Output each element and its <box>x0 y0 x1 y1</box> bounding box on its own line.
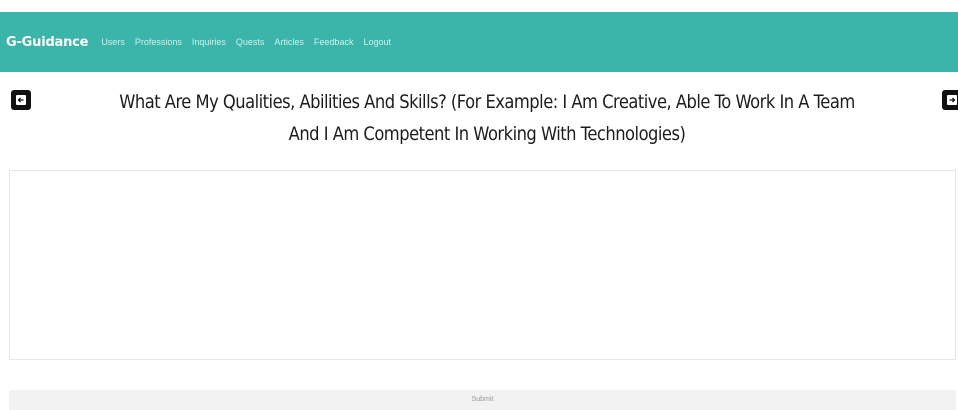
nav-links: Users Professions Inquiries Quests Artic… <box>101 37 401 47</box>
nav-link-users[interactable]: Users <box>101 37 125 47</box>
nav-link-quests[interactable]: Quests <box>236 37 265 47</box>
next-question-button[interactable] <box>942 90 958 110</box>
question-header: What Are My Qualities, Abilities And Ski… <box>0 84 958 164</box>
answer-textarea[interactable] <box>9 170 956 360</box>
brand-logo[interactable]: G-Guidance <box>6 35 89 50</box>
nav-link-articles[interactable]: Articles <box>274 37 304 47</box>
nav-link-logout[interactable]: Logout <box>363 37 391 47</box>
nav-link-feedback[interactable]: Feedback <box>314 37 354 47</box>
nav-link-professions[interactable]: Professions <box>135 37 182 47</box>
previous-question-button[interactable] <box>11 90 31 110</box>
top-navbar: G-Guidance Users Professions Inquiries Q… <box>0 12 958 72</box>
nav-link-inquiries[interactable]: Inquiries <box>192 37 226 47</box>
question-title: What Are My Qualities, Abilities And Ski… <box>119 91 855 145</box>
arrow-right-icon <box>946 94 958 106</box>
arrow-left-icon <box>15 94 27 106</box>
submit-button[interactable]: Submit <box>9 390 956 410</box>
